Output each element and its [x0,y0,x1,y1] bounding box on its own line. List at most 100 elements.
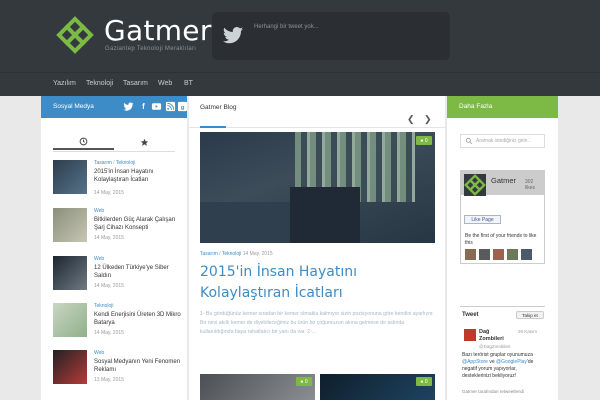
avatar[interactable] [521,249,532,260]
post-category[interactable]: Tasarım / Teknoloji [94,160,135,166]
tweet-text: Bazı terörist gruplar oyunumuza [462,352,533,358]
post-title[interactable]: 12 Ülkeden Türkiye'ye Siber Saldırı [94,264,184,280]
twitter-bird-icon [222,27,244,44]
fb-like-count: 302 likes [525,179,536,191]
follow-button[interactable]: Takip et [516,311,544,319]
youtube-icon[interactable] [151,101,162,112]
post-category[interactable]: Web [94,256,104,262]
list-item[interactable]: Web Sosyal Medyanın Yeni Fenomen Reklamı… [53,350,183,390]
nav-item-bt[interactable]: BT [184,80,193,87]
category-link[interactable]: Tasarım [200,251,218,257]
left-sidebar: Sosyal Medya f g Tasarım / Teknoloji 201… [41,96,188,400]
post-title[interactable]: Sosyal Medyanın Yeni Fenomen Reklamı [94,358,184,374]
fb-like-label: Like Page [471,216,494,223]
comment-count: 0 [424,137,428,144]
post-date: 14 May, 2015 [94,190,124,196]
post-title[interactable]: 2015'in İnsan Hayatını Kolaylaştıran İca… [94,168,184,184]
site-header: Gatmer Gaziantep Teknoloji Meraklıları H… [0,0,600,72]
nav-item-web[interactable]: Web [158,80,172,87]
comment-count-badge[interactable]: ● 0 [416,377,432,386]
search-placeholder: Aramak istediğiniz girin... [476,138,532,144]
post-date: 14 May, 2015 [94,283,124,289]
list-item[interactable]: Web Bitkilerden Güç Alarak Çalışan Şarj … [53,208,183,248]
list-item[interactable]: Tasarım / Teknoloji 2015'in İnsan Hayatı… [53,160,183,200]
svg-text:g: g [181,105,184,111]
comment-count: 0 [304,378,308,385]
jeans-shape [290,187,360,243]
post-thumbnail[interactable]: ● 0 [320,374,435,400]
avatar[interactable] [479,249,490,260]
divider [189,127,445,128]
post-thumbnail[interactable] [53,303,87,337]
tab-recent[interactable] [53,134,114,150]
mention-link[interactable]: @AppStore [462,359,488,365]
more-header: Daha Fazla [447,96,558,118]
main-nav: Yazılım Teknoloji Tasarım Web BT [0,72,600,96]
title-underline [200,126,226,128]
post-date: 14 May, 2015 [94,330,124,336]
main-content: Gatmer Blog ❮ ❯ ● 0 Tasarım / Teknoloji … [189,96,445,400]
post-date: 13 May, 2015 [94,377,124,383]
fb-faces [465,249,532,260]
fb-like-button[interactable]: Like Page [464,215,501,224]
twitter-widget: Tweet Takip et Dağ Zombileri @DagZombile… [460,306,545,400]
facebook-page-widget: Gatmer 302 likes Like Page Be the first … [460,170,545,264]
avatar[interactable] [464,329,476,341]
post-thumbnail[interactable]: ● 0 [200,374,315,400]
nav-item-tasarim[interactable]: Tasarım [123,80,148,87]
tweet-date[interactable]: 26 Kasım [518,329,537,334]
avatar[interactable] [493,249,504,260]
post-title[interactable]: Bitkilerden Güç Alarak Çalışan Şarj Ciha… [94,216,184,232]
comment-count: 0 [424,378,428,385]
post-category[interactable]: Web [94,350,104,356]
avatar[interactable] [465,249,476,260]
google-plus-icon[interactable]: g [177,101,188,112]
nav-item-teknoloji[interactable]: Teknoloji [86,80,113,87]
list-item[interactable]: Teknoloji Kendi Enerjisini Üreten 3D Mik… [53,303,183,343]
post-thumbnail[interactable] [53,256,87,290]
social-media-title: Sosyal Medya [53,103,94,110]
gatmer-logo-icon[interactable] [56,16,94,54]
mention-link[interactable]: @GooglePlay [496,359,527,365]
tab-popular[interactable] [114,134,175,150]
chevron-left-icon[interactable]: ❮ [407,114,415,125]
twitter-icon[interactable] [123,101,134,112]
gatmer-logo-icon [464,174,486,196]
nav-item-yazilim[interactable]: Yazılım [53,80,76,87]
clock-icon [79,137,88,145]
post-meta: Tasarım / Teknoloji 14 May, 2015 [200,251,273,257]
comment-count-badge[interactable]: ● 0 [296,377,312,386]
tweet-author-name[interactable]: Dağ Zombileri [479,329,509,343]
category-link[interactable]: Teknoloji [222,251,241,257]
retweet-note: Gatmer tarafından retweetlendi [462,389,525,394]
post-category[interactable]: Teknoloji [94,303,113,309]
rss-icon[interactable] [165,101,176,112]
post-headline[interactable]: 2015'in İnsan Hayatını Kolaylaştıran İca… [200,262,435,304]
category-link[interactable]: Tasarım [94,160,112,166]
category-link[interactable]: Teknoloji [116,160,135,166]
facebook-icon[interactable]: f [138,101,149,112]
featured-image[interactable]: ● 0 [200,132,435,243]
list-item[interactable]: Web 12 Ülkeden Türkiye'ye Siber Saldırı … [53,256,183,296]
post-thumbnail[interactable] [53,350,87,384]
brand-name[interactable]: Gatmer [104,14,212,47]
tweet-author-handle[interactable]: @DagZombileri [479,344,510,349]
chair-shape [200,202,290,243]
fb-page-logo[interactable] [464,174,486,196]
comment-count-badge[interactable]: ● 0 [416,136,432,145]
search-icon [465,137,473,145]
tweet-body: Bazı terörist gruplar oyunumuza @AppStor… [462,352,544,380]
post-thumbnail[interactable] [53,160,87,194]
avatar[interactable] [507,249,518,260]
blog-title: Gatmer Blog [200,104,237,111]
tweet-text: Herhangi bir tweet yok... [254,24,319,30]
fb-page-name[interactable]: Gatmer [491,176,516,185]
post-category[interactable]: Web [94,208,104,214]
search-input[interactable]: Aramak istediğiniz girin... [460,134,545,148]
post-thumbnail[interactable] [53,208,87,242]
post-tabs [53,134,175,152]
post-date: 14 May, 2015 [94,235,124,241]
follow-label: Takip et [522,312,538,318]
chevron-right-icon[interactable]: ❯ [424,114,432,125]
post-title[interactable]: Kendi Enerjisini Üreten 3D Mikro Batarya [94,311,184,327]
